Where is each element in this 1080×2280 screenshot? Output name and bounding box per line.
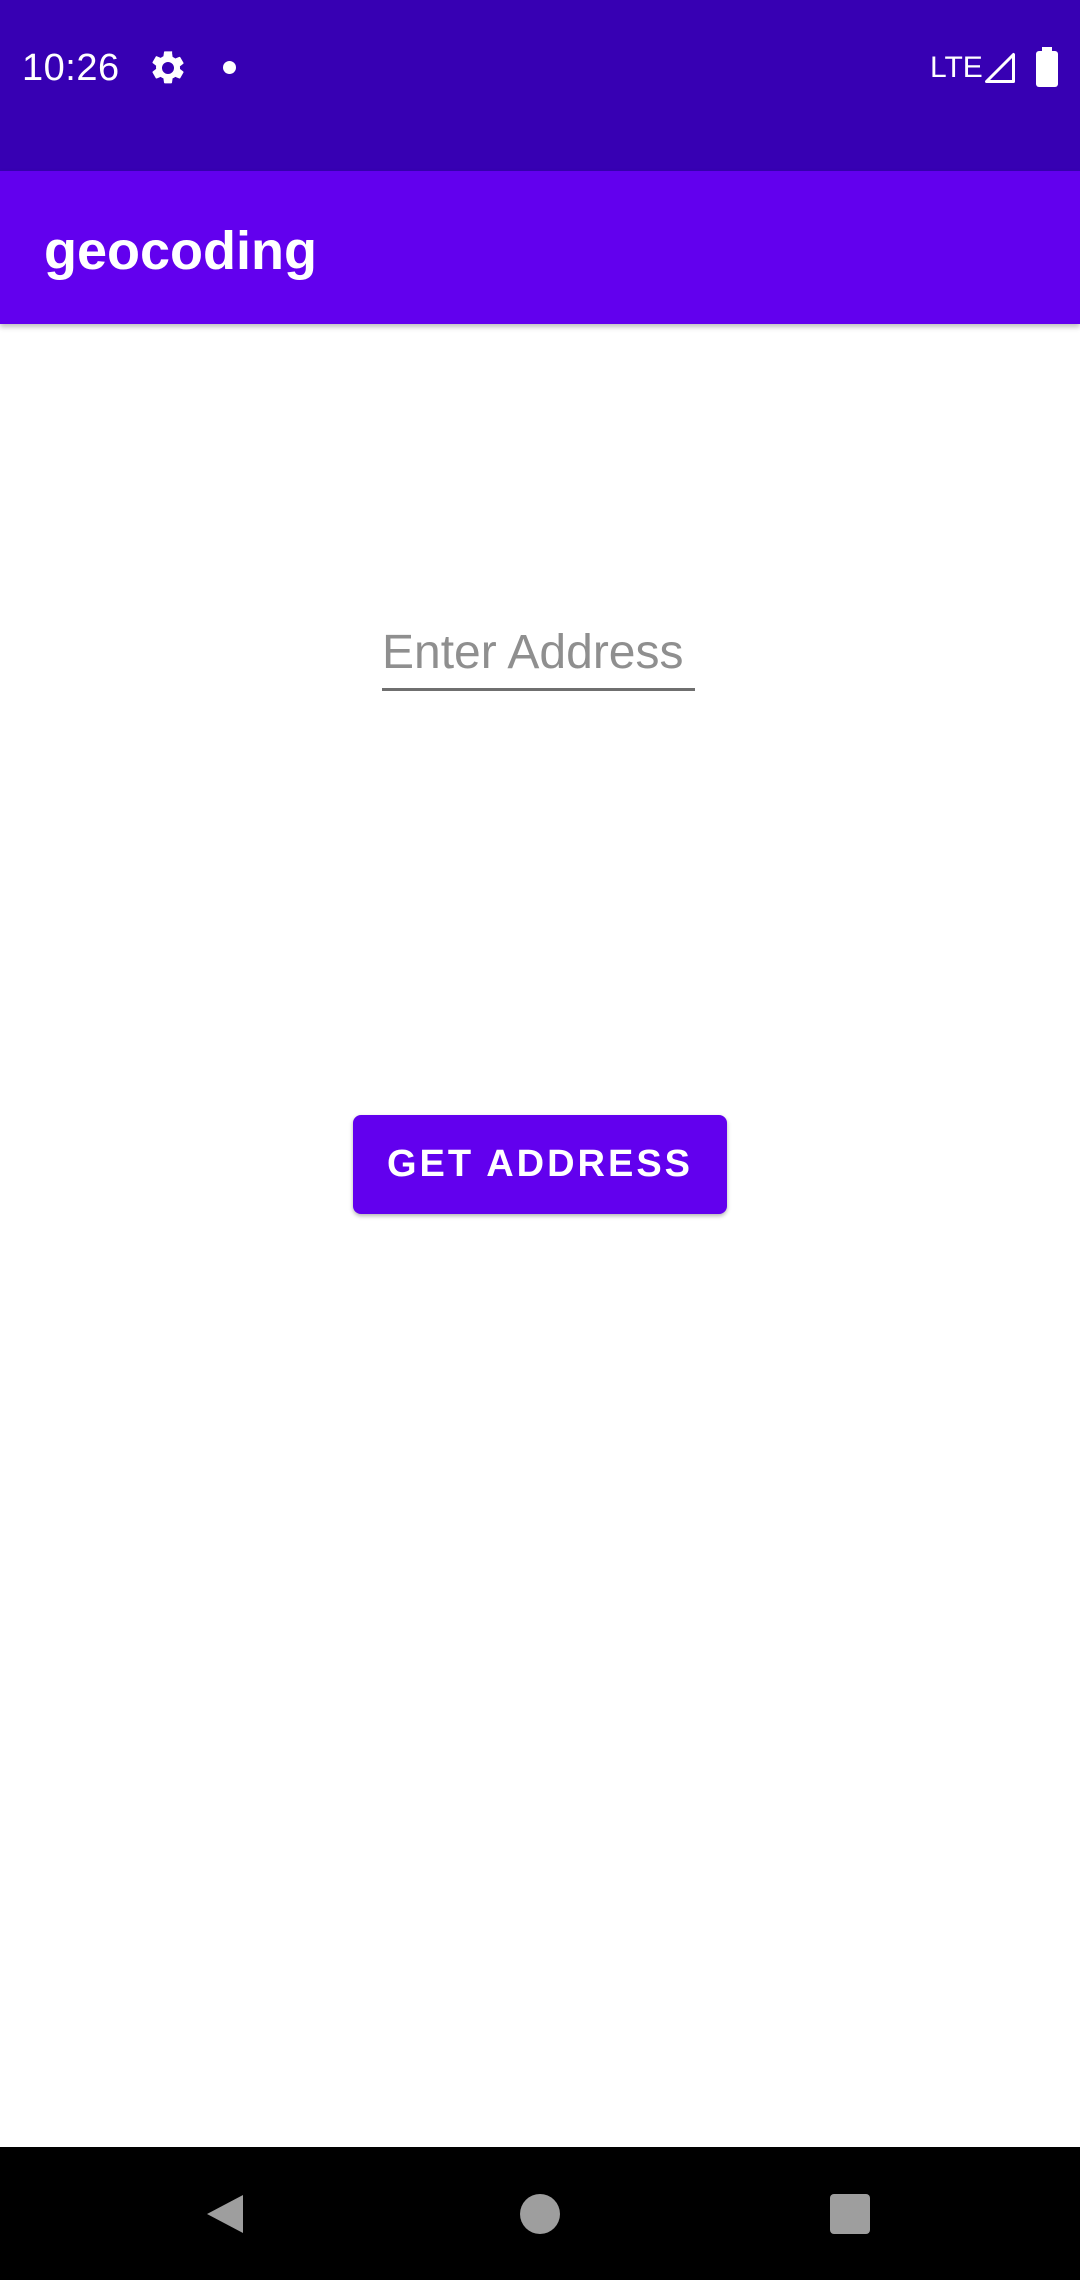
settings-gear-icon: [152, 51, 184, 84]
recents-icon[interactable]: [830, 2194, 870, 2234]
status-time: 10:26: [22, 47, 120, 89]
app-title: geocoding: [44, 221, 317, 281]
back-icon[interactable]: [203, 2191, 249, 2237]
status-bar: 10:26 LTE: [0, 0, 1080, 171]
navigation-bar: [0, 2147, 1080, 2280]
get-address-button[interactable]: GET ADDRESS: [353, 1115, 727, 1214]
address-input[interactable]: [382, 617, 695, 691]
cell-signal-icon: [985, 53, 1015, 83]
notification-dot-icon: [223, 61, 236, 74]
home-icon[interactable]: [520, 2194, 560, 2234]
battery-icon: [1036, 47, 1058, 87]
app-bar: geocoding: [0, 171, 1080, 324]
network-type-label: LTE: [930, 51, 983, 84]
